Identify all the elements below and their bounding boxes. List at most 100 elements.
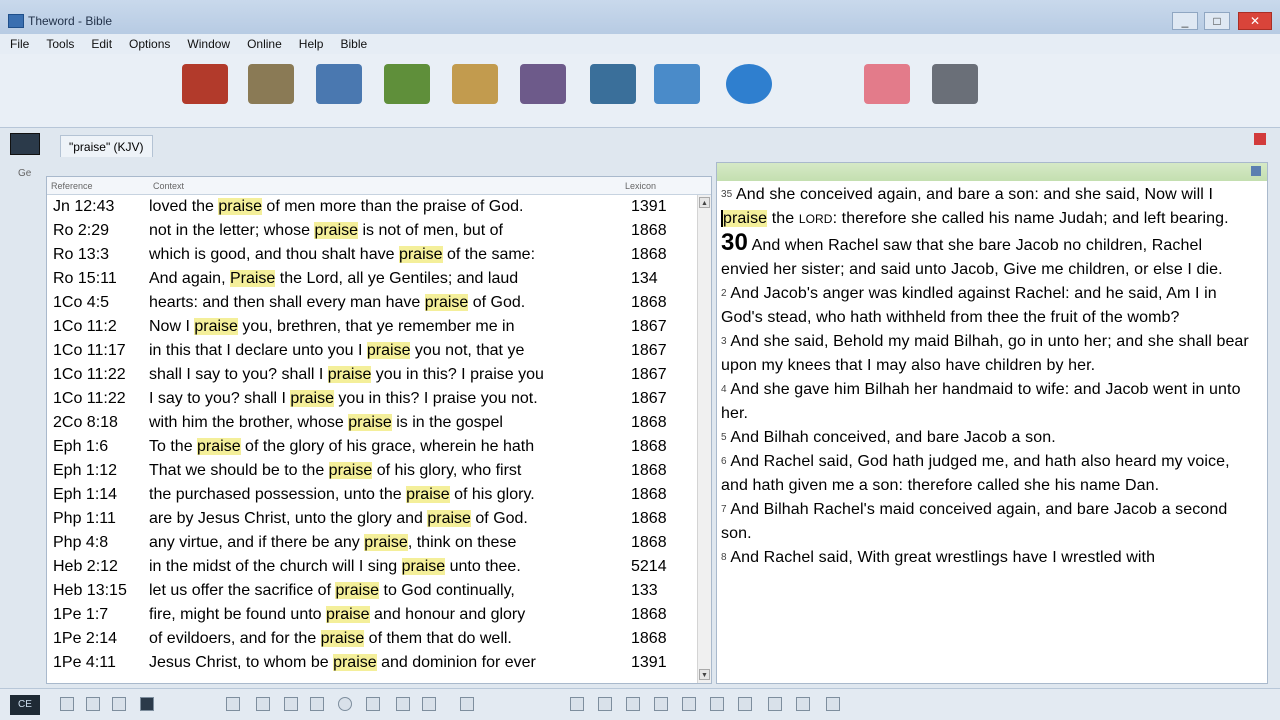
highlight-icon[interactable] [366,697,380,711]
arrow-down-icon[interactable] [396,697,410,711]
search-small-icon[interactable] [86,697,100,711]
verse-3: 3 And she said, Behold my maid Bilhah, g… [721,333,1249,374]
close-button[interactable]: ✕ [1238,12,1272,30]
result-row[interactable]: Ro 13:3 which is good, and thou shalt hav… [47,243,711,267]
font-icon[interactable] [226,697,240,711]
tab-search-praise[interactable]: "praise" (KJV) [60,135,153,157]
pin-icon[interactable] [460,697,474,711]
globe-icon [726,64,772,104]
tab-close-icon[interactable] [1254,133,1266,145]
search-results-panel: Reference Context Lexicon Jn 12:43 loved … [46,176,712,684]
back-icon[interactable] [570,697,584,711]
indent-icon[interactable] [284,697,298,711]
result-row[interactable]: Php 1:11 are by Jesus Christ, unto the gl… [47,507,711,531]
result-highlight: praise [290,390,334,407]
result-row[interactable]: Heb 2:12 in the midst of the church will … [47,555,711,579]
tab-strip: "praise" (KJV) [0,129,1280,161]
result-row[interactable]: Php 4:8 any virtue, and if there be any p… [47,531,711,555]
result-row[interactable]: 1Co 11:22 shall I say to you? shall I pra… [47,363,711,387]
side-tab[interactable]: Ge [18,168,31,179]
tool-bookmark-button[interactable] [858,64,916,117]
result-row[interactable]: 1Co 11:2 Now I praise you, brethren, tha… [47,315,711,339]
tool-globe-button[interactable] [720,64,778,117]
results-scrollbar[interactable]: ▲ ▼ [697,195,711,683]
result-row[interactable]: 1Co 11:22 I say to you? shall I praise yo… [47,387,711,411]
result-reference: 1Co 11:2 [53,318,117,335]
triangle-icon[interactable] [710,697,724,711]
bible-text[interactable]: 35 And she conceived again, and bare a s… [717,181,1267,570]
book-small-icon[interactable] [626,697,640,711]
chapter-number: 30 [721,229,748,256]
pages-icon[interactable] [654,697,668,711]
verse-7: 7 And Bilhah Rachel's maid conceived aga… [721,501,1228,542]
result-row[interactable]: Heb 13:15 let us offer the sacrifice of p… [47,579,711,603]
tool-green-book-button[interactable] [378,64,436,117]
tool-book-button[interactable] [310,64,368,117]
tools-icon[interactable] [826,697,840,711]
text-size-icon[interactable] [738,697,752,711]
column-header-lexicon[interactable]: Lexicon [625,181,656,191]
highlight-praise: praise [721,210,768,227]
menu-online[interactable]: Online [247,37,282,51]
result-row[interactable]: 1Co 11:17 in this that I declare unto you… [47,339,711,363]
tool-books-stack-button[interactable] [514,64,572,117]
dock-icon[interactable] [10,133,40,155]
result-context: let us offer the sacrifice of praise to … [149,582,515,599]
maximize-button[interactable]: □ [1204,12,1230,30]
result-context: which is good, and thou shalt have prais… [149,246,536,263]
results-header: Reference Context Lexicon [47,177,711,195]
menu-file[interactable]: File [10,37,29,51]
column-header-reference[interactable]: Reference [51,181,93,191]
result-lexicon: 1868 [631,222,667,239]
tool-search-button[interactable] [242,64,300,117]
result-row[interactable]: Eph 1:14 the purchased possession, unto t… [47,483,711,507]
column-header-context[interactable]: Context [153,181,184,191]
result-reference: 1Co 11:22 [53,366,126,383]
result-reference: Jn 12:43 [53,198,115,215]
link-icon[interactable] [598,697,612,711]
minimize-button[interactable]: _ [1172,12,1198,30]
tool-document-button[interactable] [648,64,706,117]
result-row[interactable]: Eph 1:12 That we should be to the praise… [47,459,711,483]
result-row[interactable]: Ro 15:11 And again, Praise the Lord, all… [47,267,711,291]
panel-menu-icon[interactable] [1251,166,1261,176]
copy-icon[interactable] [112,697,126,711]
dropdown-icon[interactable] [682,697,696,711]
scroll-up-icon[interactable]: ▲ [699,197,710,208]
tool-bookshelf-button[interactable] [446,64,504,117]
tool-settings-button[interactable] [926,64,984,117]
book-icon [316,64,362,104]
scroll-down-icon[interactable]: ▼ [699,669,710,680]
result-row[interactable]: 1Co 4:5 hearts: and then shall every man … [47,291,711,315]
result-reference: Eph 1:14 [53,486,118,503]
result-context: are by Jesus Christ, unto the glory and … [149,510,528,527]
result-row[interactable]: Jn 12:43 loved the praise of men more tha… [47,195,711,219]
at-icon[interactable] [338,697,352,711]
print-icon[interactable] [60,697,74,711]
list-icon[interactable] [256,697,270,711]
outdent-icon[interactable] [310,697,324,711]
arrow-up-icon[interactable] [422,697,436,711]
menu-help[interactable]: Help [299,37,324,51]
result-row[interactable]: Ro 2:29 not in the letter; whose praise i… [47,219,711,243]
menu-tools[interactable]: Tools [46,37,74,51]
result-row[interactable]: Eph 1:6 To the praise of the glory of hi… [47,435,711,459]
result-reference: Eph 1:6 [53,438,109,455]
tool-monitor-button[interactable] [584,64,642,117]
save-icon[interactable] [140,697,154,711]
result-context: Now I praise you, brethren, that ye reme… [149,318,515,335]
result-row[interactable]: 2Co 8:18 with him the brother, whose prai… [47,411,711,435]
result-highlight: praise [348,414,392,431]
note-icon[interactable] [796,697,810,711]
result-row[interactable]: 1Pe 1:7 fire, might be found unto praise … [47,603,711,627]
ce-button[interactable]: CE [10,695,40,715]
result-row[interactable]: 1Pe 4:11 Jesus Christ, to whom be praise … [47,651,711,675]
menu-bible[interactable]: Bible [340,37,367,51]
tool-bible-button[interactable] [176,64,234,117]
menu-edit[interactable]: Edit [91,37,112,51]
verse-30: 30 And when Rachel saw that she bare Jac… [721,229,1223,279]
clipboard-icon[interactable] [768,697,782,711]
menu-window[interactable]: Window [187,37,230,51]
menu-options[interactable]: Options [129,37,170,51]
result-row[interactable]: 1Pe 2:14 of evildoers, and for the praise… [47,627,711,651]
